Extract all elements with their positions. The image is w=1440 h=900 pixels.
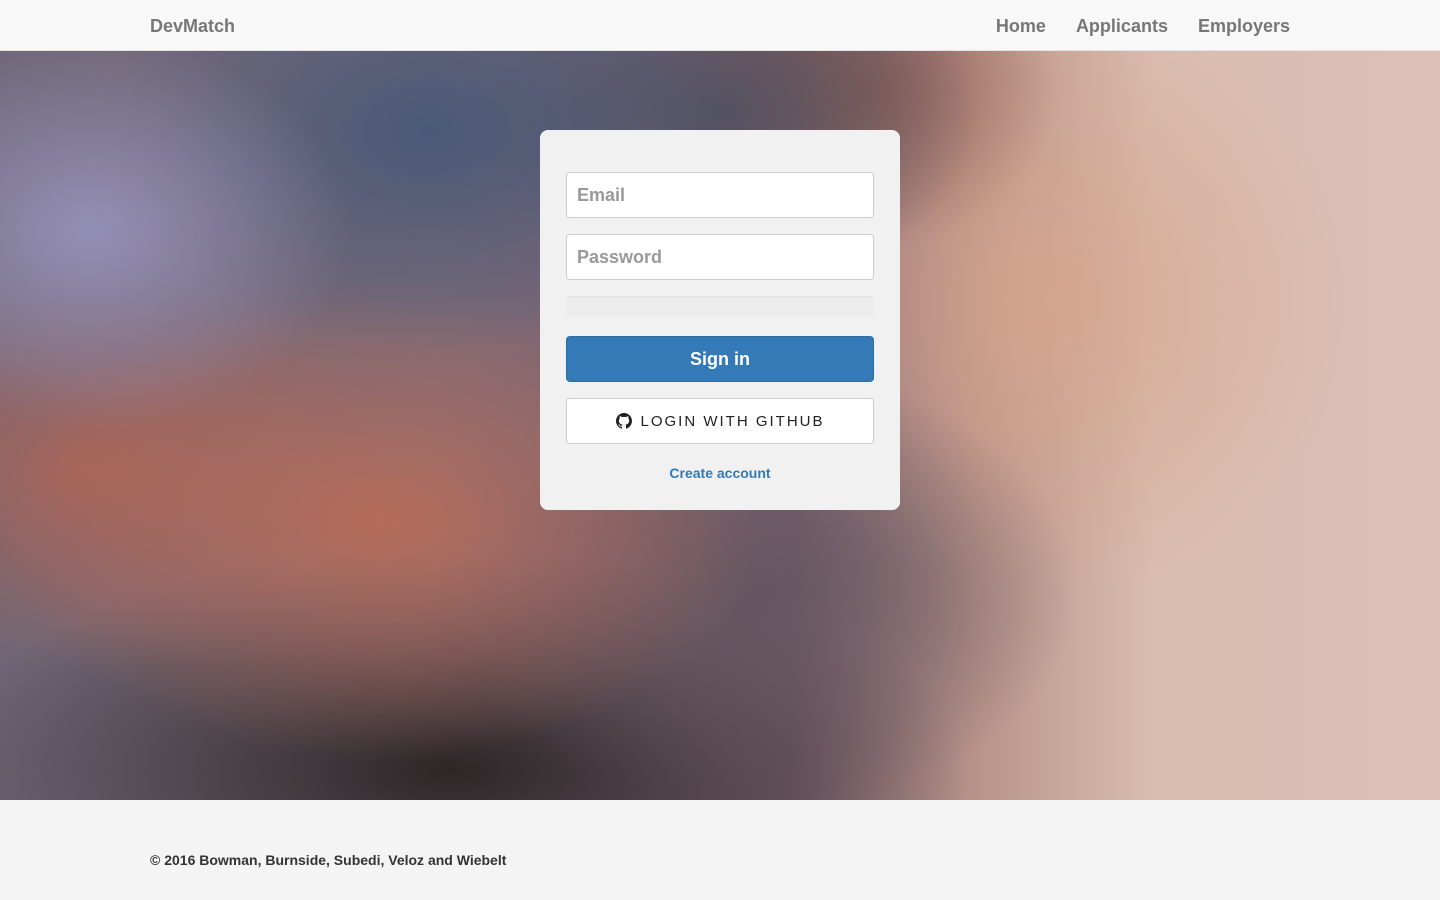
footer: © 2016 Bowman, Burnside, Subedi, Veloz a… <box>0 800 1440 900</box>
login-with-github-button[interactable]: LOGIN WITH GITHUB <box>566 398 874 444</box>
nav-link-employers[interactable]: Employers <box>1198 15 1290 37</box>
sign-in-button[interactable]: Sign in <box>566 336 874 382</box>
password-field[interactable] <box>566 234 874 280</box>
top-navbar: DevMatch Home Applicants Employers <box>0 0 1440 51</box>
nav-links: Home Applicants Employers <box>996 15 1290 37</box>
captcha-placeholder <box>566 296 874 316</box>
nav-link-applicants[interactable]: Applicants <box>1076 15 1168 37</box>
nav-link-home[interactable]: Home <box>996 15 1046 37</box>
github-button-label: LOGIN WITH GITHUB <box>640 412 825 430</box>
login-card: Sign in LOGIN WITH GITHUB Create account <box>540 130 900 510</box>
create-account-link[interactable]: Create account <box>540 465 900 481</box>
brand-logo-link[interactable]: DevMatch <box>150 15 235 37</box>
email-field[interactable] <box>566 172 874 218</box>
hero-background: Sign in LOGIN WITH GITHUB Create account <box>0 51 1440 800</box>
github-icon <box>615 413 632 429</box>
copyright-text: © 2016 Bowman, Burnside, Subedi, Veloz a… <box>150 852 507 868</box>
